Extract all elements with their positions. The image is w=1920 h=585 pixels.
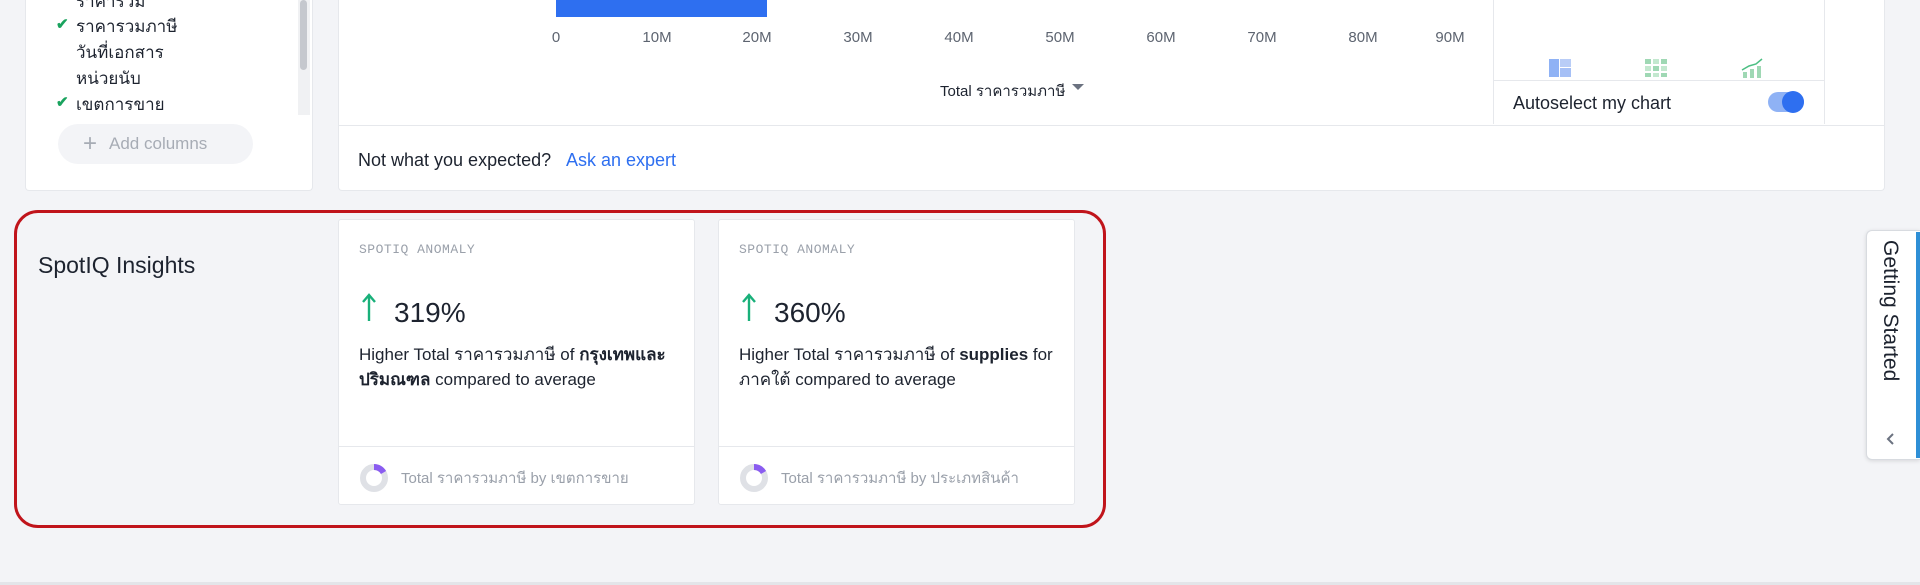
toggle-knob[interactable] xyxy=(1782,91,1804,113)
add-columns-button[interactable]: + Add columns xyxy=(58,124,253,164)
axis-tick: 30M xyxy=(843,29,873,46)
card-tag: SPOTIQ ANOMALY xyxy=(359,242,476,257)
axis-tick: 50M xyxy=(1045,29,1075,46)
divider xyxy=(338,125,1885,126)
insight-card[interactable]: SPOTIQ ANOMALY 360% Higher Total ราคารวม… xyxy=(718,219,1075,505)
chart-bar[interactable] xyxy=(556,0,767,17)
check-icon: ✔ xyxy=(56,94,69,111)
axis-tick: 80M xyxy=(1348,29,1378,46)
line-bar-chart-icon[interactable] xyxy=(1740,58,1764,78)
columns-scrollbar[interactable] xyxy=(300,0,307,70)
donut-chart-icon xyxy=(740,464,768,492)
chevron-left-icon[interactable] xyxy=(1885,433,1897,445)
column-item-doc-date[interactable]: วันที่เอกสาร xyxy=(76,39,164,66)
axis-tick: 10M xyxy=(642,29,672,46)
card-footer[interactable]: Total ราคารวมภาษี by เขตการขาย xyxy=(359,461,629,495)
axis-tick: 20M xyxy=(742,29,772,46)
card-percent: 319% xyxy=(394,297,466,328)
card-percent: 360% xyxy=(774,297,846,328)
divider xyxy=(339,446,694,447)
spotiq-title: SpotIQ Insights xyxy=(38,252,196,278)
column-item-sales-region[interactable]: เขตการขาย xyxy=(76,91,165,118)
card-footer-label: Total ราคารวมภาษี by เขตการขาย xyxy=(401,470,629,487)
getting-started-label[interactable]: Getting Started xyxy=(1878,240,1902,381)
check-icon: ✔ xyxy=(56,16,69,33)
donut-chart-icon xyxy=(360,464,388,492)
getting-started-accent xyxy=(1916,232,1920,458)
axis-tick: 40M xyxy=(944,29,974,46)
feedback-prompt: Not what you expected? xyxy=(358,150,552,170)
arrow-up-icon xyxy=(742,293,756,321)
ask-expert-link[interactable]: Ask an expert xyxy=(566,150,676,171)
heatmap-chart-icon[interactable] xyxy=(1644,58,1668,78)
axis-tick: 70M xyxy=(1247,29,1277,46)
column-item-unit[interactable]: หน่วยนับ xyxy=(76,65,141,92)
card-description: Higher Total ราคารวมภาษี of กรุงเทพและปร… xyxy=(359,345,666,389)
plus-icon: + xyxy=(83,130,98,157)
card-footer-label: Total ราคารวมภาษี by ประเภทสินค้า xyxy=(781,470,1019,487)
column-item-total-tax[interactable]: ราคารวมภาษี xyxy=(76,13,177,40)
card-footer[interactable]: Total ราคารวมภาษี by ประเภทสินค้า xyxy=(739,461,1019,495)
axis-tick: 0 xyxy=(551,29,561,46)
card-tag: SPOTIQ ANOMALY xyxy=(739,242,856,257)
axis-tick: 60M xyxy=(1146,29,1176,46)
autoselect-label: Autoselect my chart xyxy=(1513,93,1672,113)
x-axis-label[interactable]: Total ราคารวมภาษี xyxy=(940,79,1065,103)
card-description: Higher Total ราคารวมภาษี of supplies for… xyxy=(739,345,1053,389)
caret-down-icon[interactable] xyxy=(1072,84,1084,90)
columns-panel: ราคารวม ✔ ราคารวมภาษี วันที่เอกสาร หน่วย… xyxy=(25,0,313,191)
axis-tick: 90M xyxy=(1435,29,1465,46)
divider xyxy=(1493,80,1825,81)
arrow-up-icon xyxy=(362,293,376,321)
add-columns-label: Add columns xyxy=(109,134,208,153)
treemap-chart-icon[interactable] xyxy=(1548,58,1572,78)
insight-card[interactable]: SPOTIQ ANOMALY 319% Higher Total ราคารวม… xyxy=(338,219,695,505)
divider xyxy=(719,446,1074,447)
